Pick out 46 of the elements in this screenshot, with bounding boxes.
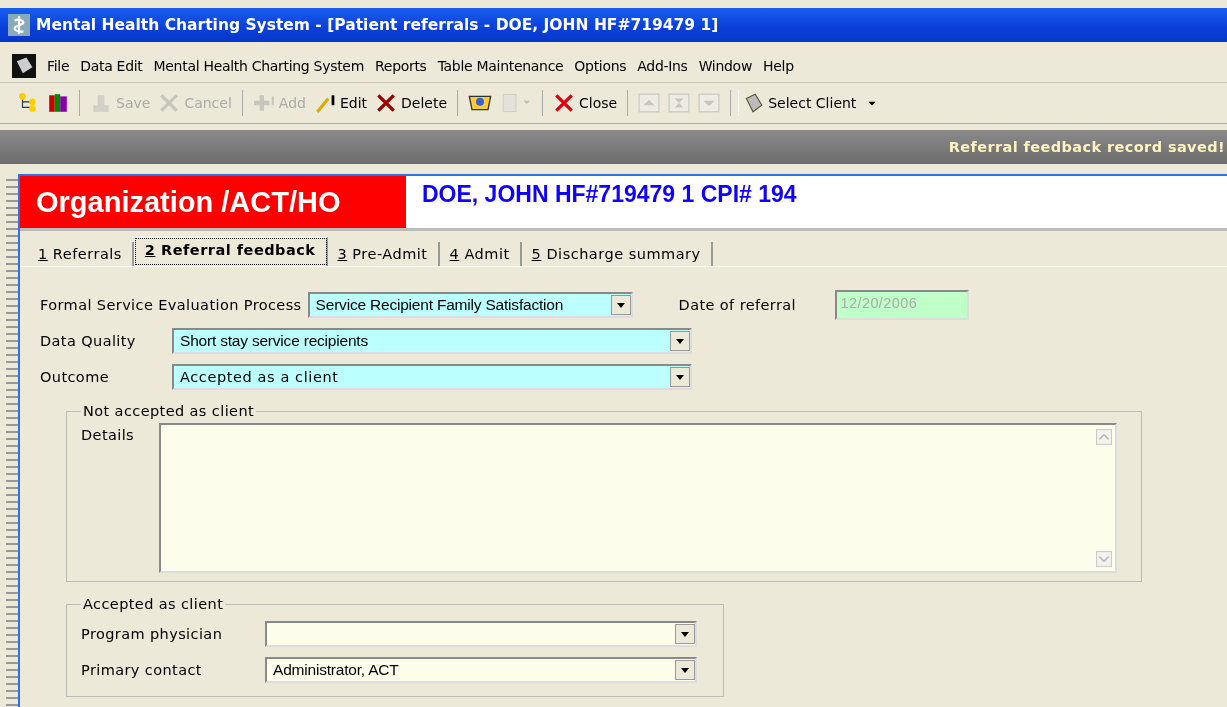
menu-item[interactable]: Reports (375, 58, 427, 74)
details-text-area[interactable] (159, 423, 1117, 573)
field-label: Outcome (40, 369, 110, 385)
dropdown[interactable]: Administrator, ACT (265, 657, 697, 683)
status-message: Referral feedback record saved! (948, 139, 1225, 155)
tab[interactable]: 2 Referral feedback (133, 237, 328, 266)
group-title: Accepted as client (82, 596, 225, 612)
field-label: Date of referral (678, 297, 797, 313)
menu-item[interactable]: Help (763, 58, 794, 74)
navigate-icon (668, 92, 691, 114)
books-icon (47, 92, 69, 114)
group-title: Not accepted as client (82, 403, 256, 419)
scroll-up-icon[interactable] (1096, 429, 1112, 445)
outcome-dropdown[interactable]: Accepted as a client (172, 364, 692, 390)
scroll-down-icon[interactable] (1096, 551, 1112, 567)
edit-button[interactable]: Edit (310, 90, 371, 116)
menu-item[interactable]: Add-Ins (637, 58, 688, 74)
field-label: Details (81, 426, 136, 445)
menu-item[interactable]: File (47, 58, 70, 74)
patient-banner: DOE, JOHN HF#719479 1 CPI# 194 (406, 176, 1227, 228)
field-label: Formal Service Evaluation Process (40, 297, 302, 313)
menu-item[interactable]: Table Maintenance (437, 58, 564, 74)
close-button[interactable]: Close (550, 90, 621, 116)
data-quality-dropdown[interactable]: Short stay service recipients (172, 328, 692, 354)
cross-icon (375, 92, 398, 114)
dropdown[interactable] (265, 621, 697, 647)
menu-item[interactable]: Options (574, 58, 627, 74)
window-title: Mental Health Charting System - [Patient referrals - DOE, JOHN HF#719479 1] (36, 16, 719, 34)
basket-icon (468, 95, 493, 111)
tree-icon (17, 92, 39, 114)
navigate-icon (698, 92, 721, 114)
navigate-icon (638, 92, 661, 114)
evaluation-dropdown[interactable]: Service Recipient Family Satisfaction (307, 292, 633, 318)
field-label: Primary contact (81, 662, 203, 678)
field-label: Program physician (81, 626, 224, 642)
menu-item[interactable]: Data Edit (80, 58, 143, 74)
client-button[interactable]: Select Client (738, 90, 887, 116)
menu-item[interactable]: Mental Health Charting System (153, 58, 364, 74)
organization-banner: Organization /ACT/HO (20, 176, 406, 228)
cross-icon (158, 92, 181, 114)
pencil-icon (313, 92, 336, 114)
close-icon (553, 92, 576, 114)
field-label: Data Quality (40, 333, 137, 349)
plus-icon (252, 92, 275, 114)
delete-button[interactable]: Delete (372, 90, 451, 116)
menu-item[interactable]: Window (698, 58, 753, 74)
